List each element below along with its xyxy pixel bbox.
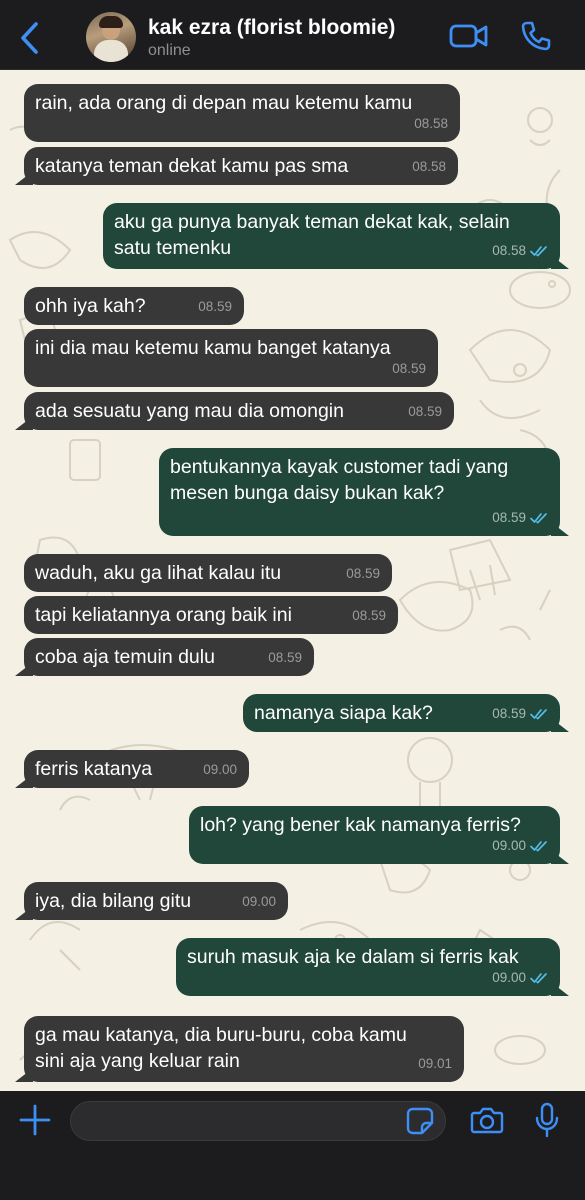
outgoing-message[interactable]: aku ga punya banyak teman dekat kak, sel… — [103, 203, 560, 269]
incoming-message[interactable]: ga mau katanya, dia buru-buru, coba kamu… — [24, 1016, 464, 1082]
message-text: coba aja temuin dulu — [35, 646, 215, 668]
incoming-message[interactable]: waduh, aku ga lihat kalau itu 08.59 — [24, 554, 392, 592]
chat-area[interactable]: rain, ada orang di depan mau ketemu kamu… — [0, 70, 585, 1091]
message-time: 09.00 — [242, 894, 276, 909]
message-meta: 09.00 — [242, 889, 276, 915]
message-text: ada sesuatu yang mau dia omongin — [35, 400, 344, 422]
incoming-message[interactable]: ferris katanya 09.00 — [24, 750, 249, 788]
message-text: ferris katanya — [35, 758, 153, 780]
message-meta: 09.00 — [492, 833, 548, 859]
message-meta: 08.58 — [414, 111, 448, 137]
chevron-left-icon — [21, 22, 38, 54]
microphone-icon — [535, 1102, 559, 1138]
message-time: 08.58 — [414, 116, 448, 131]
message-text: namanya siapa kak? — [254, 702, 433, 724]
message-meta: 08.59 — [268, 645, 302, 671]
contact-status: online — [148, 42, 191, 59]
incoming-message[interactable]: coba aja temuin dulu 08.59 — [24, 638, 314, 676]
outgoing-message[interactable]: loh? yang bener kak namanya ferris? 09.00 — [189, 806, 560, 864]
read-receipt-icon — [530, 841, 547, 852]
message-time: 08.59 — [268, 650, 302, 665]
sticker-icon — [406, 1107, 434, 1135]
outgoing-message[interactable]: bentukannya kayak customer tadi yang mes… — [159, 448, 560, 536]
video-camera-icon — [449, 24, 488, 48]
avatar[interactable] — [86, 12, 136, 62]
message-meta: 08.59 — [352, 603, 386, 629]
message-meta: 08.59 — [198, 294, 232, 320]
message-meta: 08.59 — [408, 399, 442, 425]
message-meta: 08.59 — [492, 701, 548, 727]
incoming-message[interactable]: ohh iya kah? 08.59 — [24, 287, 244, 325]
incoming-message[interactable]: tapi keliatannya orang baik ini 08.59 — [24, 596, 398, 634]
incoming-message[interactable]: katanya teman dekat kamu pas sma 08.58 — [24, 147, 458, 185]
outgoing-message[interactable]: suruh masuk aja ke dalam si ferris kak 09… — [176, 938, 560, 996]
message-meta: 08.59 — [492, 505, 548, 531]
phone-icon — [521, 21, 551, 51]
message-text: waduh, aku ga lihat kalau itu — [35, 562, 282, 584]
message-time: 09.01 — [418, 1056, 452, 1071]
message-meta: 09.01 — [418, 1051, 452, 1077]
message-text: katanya teman dekat kamu pas sma — [35, 155, 349, 177]
message-time: 08.59 — [492, 706, 526, 721]
back-button[interactable] — [12, 18, 46, 58]
message-text: loh? yang bener kak namanya ferris? — [200, 814, 521, 836]
message-text: bentukannya kayak customer tadi yang mes… — [170, 456, 509, 504]
message-time: 08.59 — [408, 404, 442, 419]
incoming-message[interactable]: ini dia mau ketemu kamu banget katanya 08… — [24, 329, 438, 387]
voice-message-button[interactable] — [534, 1102, 560, 1138]
outgoing-message[interactable]: namanya siapa kak? 08.59 — [243, 694, 560, 732]
message-text: aku ga punya banyak teman dekat kak, sel… — [114, 211, 510, 259]
message-text: rain, ada orang di depan mau ketemu kamu — [35, 92, 413, 114]
message-time: 08.59 — [392, 361, 426, 376]
message-time: 08.59 — [492, 510, 526, 525]
message-time: 09.00 — [492, 970, 526, 985]
sticker-button[interactable] — [405, 1106, 435, 1136]
read-receipt-icon — [530, 513, 547, 524]
message-composer — [0, 1091, 585, 1200]
plus-icon — [19, 1104, 51, 1136]
message-time: 09.00 — [492, 838, 526, 853]
message-time: 08.59 — [352, 608, 386, 623]
message-time: 08.58 — [412, 159, 446, 174]
message-meta: 09.00 — [203, 757, 237, 783]
message-meta: 09.00 — [492, 965, 548, 991]
read-receipt-icon — [530, 246, 547, 257]
message-text: iya, dia bilang gitu — [35, 890, 192, 912]
message-meta: 08.59 — [346, 561, 380, 587]
chat-header: kak ezra (florist bloomie) online — [0, 0, 585, 70]
message-time: 09.00 — [203, 762, 237, 777]
camera-icon — [470, 1107, 504, 1134]
message-text: tapi keliatannya orang baik ini — [35, 604, 292, 626]
incoming-message[interactable]: iya, dia bilang gitu 09.00 — [24, 882, 288, 920]
incoming-message[interactable]: rain, ada orang di depan mau ketemu kamu… — [24, 84, 460, 142]
message-text: ga mau katanya, dia buru-buru, coba kamu… — [35, 1024, 407, 1072]
message-meta: 08.58 — [412, 154, 446, 180]
read-receipt-icon — [530, 973, 547, 984]
message-time: 08.59 — [198, 299, 232, 314]
video-call-button[interactable] — [448, 20, 490, 52]
message-text: ohh iya kah? — [35, 295, 146, 317]
message-meta: 08.59 — [392, 356, 426, 382]
incoming-message[interactable]: ada sesuatu yang mau dia omongin 08.59 — [24, 392, 454, 430]
attach-button[interactable] — [18, 1103, 52, 1137]
message-time: 08.58 — [492, 243, 526, 258]
camera-button[interactable] — [470, 1105, 504, 1135]
message-input[interactable] — [70, 1101, 446, 1141]
voice-call-button[interactable] — [518, 18, 554, 54]
read-receipt-icon — [530, 709, 547, 720]
message-text: suruh masuk aja ke dalam si ferris kak — [187, 946, 519, 968]
contact-name[interactable]: kak ezra (florist bloomie) — [148, 16, 395, 40]
message-text: ini dia mau ketemu kamu banget katanya — [35, 337, 391, 359]
message-meta: 08.58 — [492, 238, 548, 264]
message-time: 08.59 — [346, 566, 380, 581]
